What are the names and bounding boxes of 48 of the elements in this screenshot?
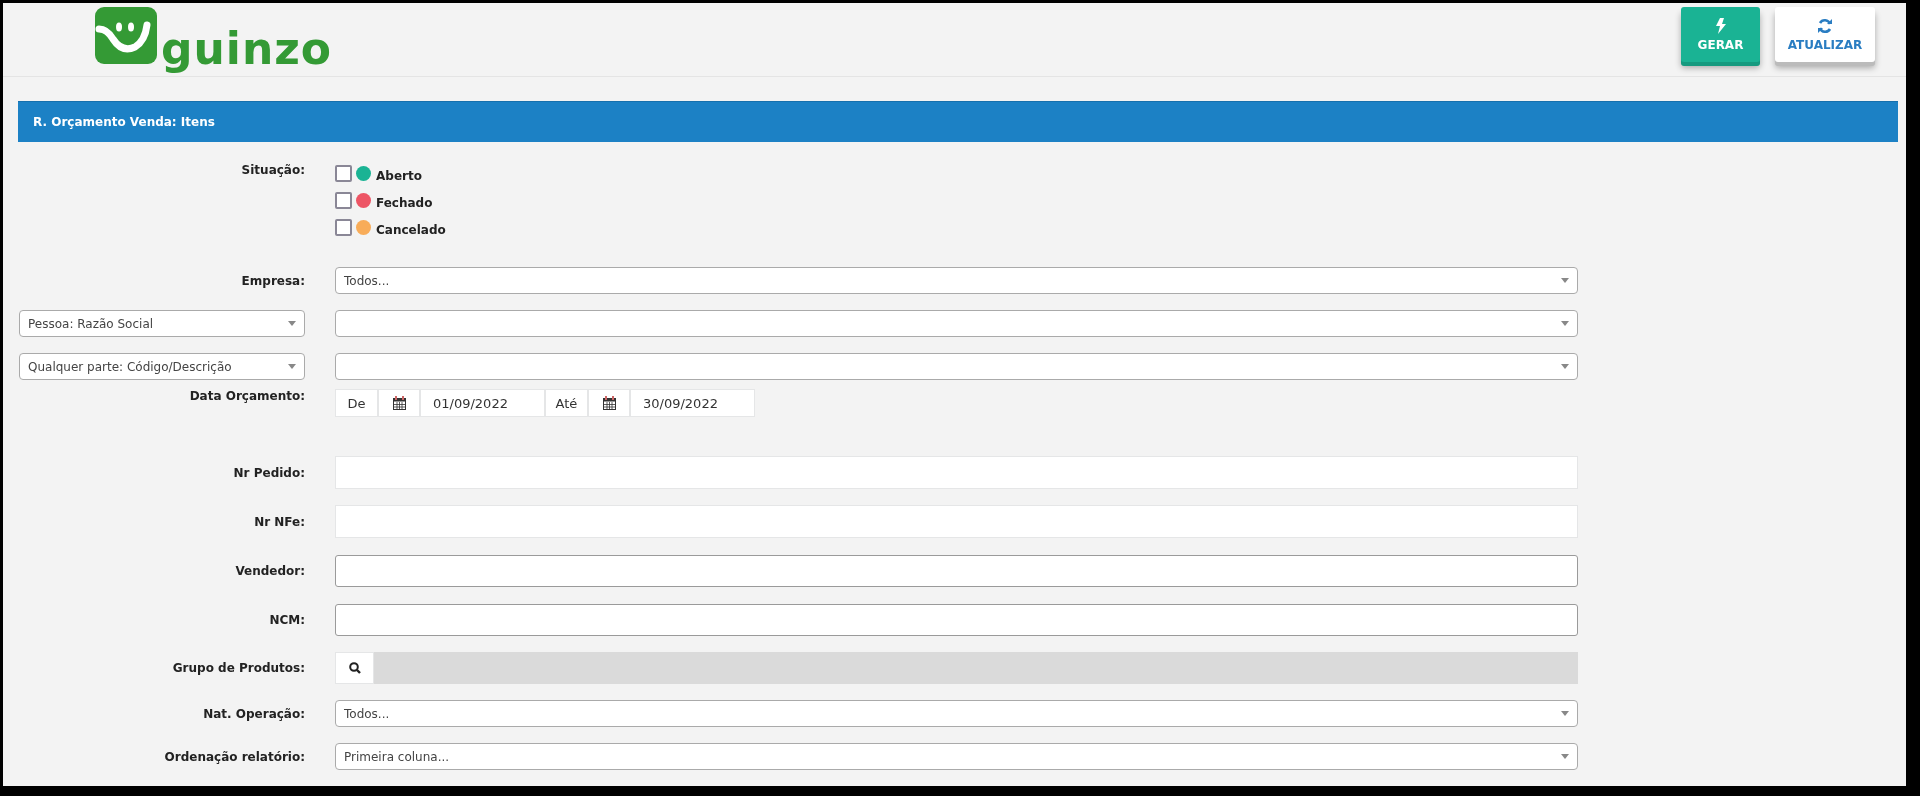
field-label: NCM: [269,612,305,627]
lookup-field[interactable] [374,652,1578,684]
checkbox[interactable] [335,165,352,182]
caret-icon [1561,321,1569,326]
refresh-icon [1817,17,1833,34]
dropdown-field[interactable] [335,310,1578,337]
date-field[interactable]: 30/09/2022 [630,389,755,417]
option-label: Cancelado [376,222,446,237]
calendar-icon [392,396,406,410]
checkbox[interactable] [335,192,352,209]
caret-icon [1561,278,1569,283]
calendar-button[interactable] [588,389,630,417]
field-label: Ordenação relatório: [164,749,305,764]
field-label: Empresa: [241,273,305,288]
field-label: Nat. Operação: [203,706,305,721]
dropdown-field[interactable] [335,353,1578,380]
calendar-icon [602,396,616,410]
checkbox[interactable] [335,219,352,236]
caret-icon [288,364,296,369]
field-label: Nr NFe: [254,514,305,529]
dropdown-field[interactable]: Todos... [335,267,1578,294]
caret-icon [1561,754,1569,759]
field-label: Grupo de Produtos: [172,661,305,675]
input-field[interactable] [335,603,1578,636]
option-label: Fechado [376,195,433,210]
filter-type-dropdown[interactable]: Qualquer parte: Código/Descrição [19,353,305,380]
lightning-icon [1714,17,1727,34]
input-field[interactable] [335,554,1578,587]
search-icon [348,662,361,674]
field-label: Situação: [241,163,305,177]
dropdown-field[interactable]: Todos... [335,700,1578,727]
logo-text: guinzo [161,26,333,72]
field-label: Nr Pedido: [233,465,305,480]
field-label: Data Orçamento: [189,389,305,403]
option-label: Aberto [376,168,422,183]
to-label: Até [545,389,588,417]
dropdown-field[interactable]: Primeira coluna... [335,743,1578,770]
date-field[interactable]: 01/09/2022 [420,389,545,417]
calendar-button[interactable] [378,389,420,417]
search-button[interactable] [335,652,374,684]
caret-icon [1561,711,1569,716]
caret-icon [1561,364,1569,369]
from-label: De [335,389,378,417]
smiley-logo-icon [95,7,157,64]
field-label: Vendedor: [235,563,305,578]
caret-icon [288,321,296,326]
panel-title-bar: R. Orçamento Venda: Itens [18,101,1898,142]
filter-type-dropdown[interactable]: Pessoa: Razão Social [19,310,305,337]
